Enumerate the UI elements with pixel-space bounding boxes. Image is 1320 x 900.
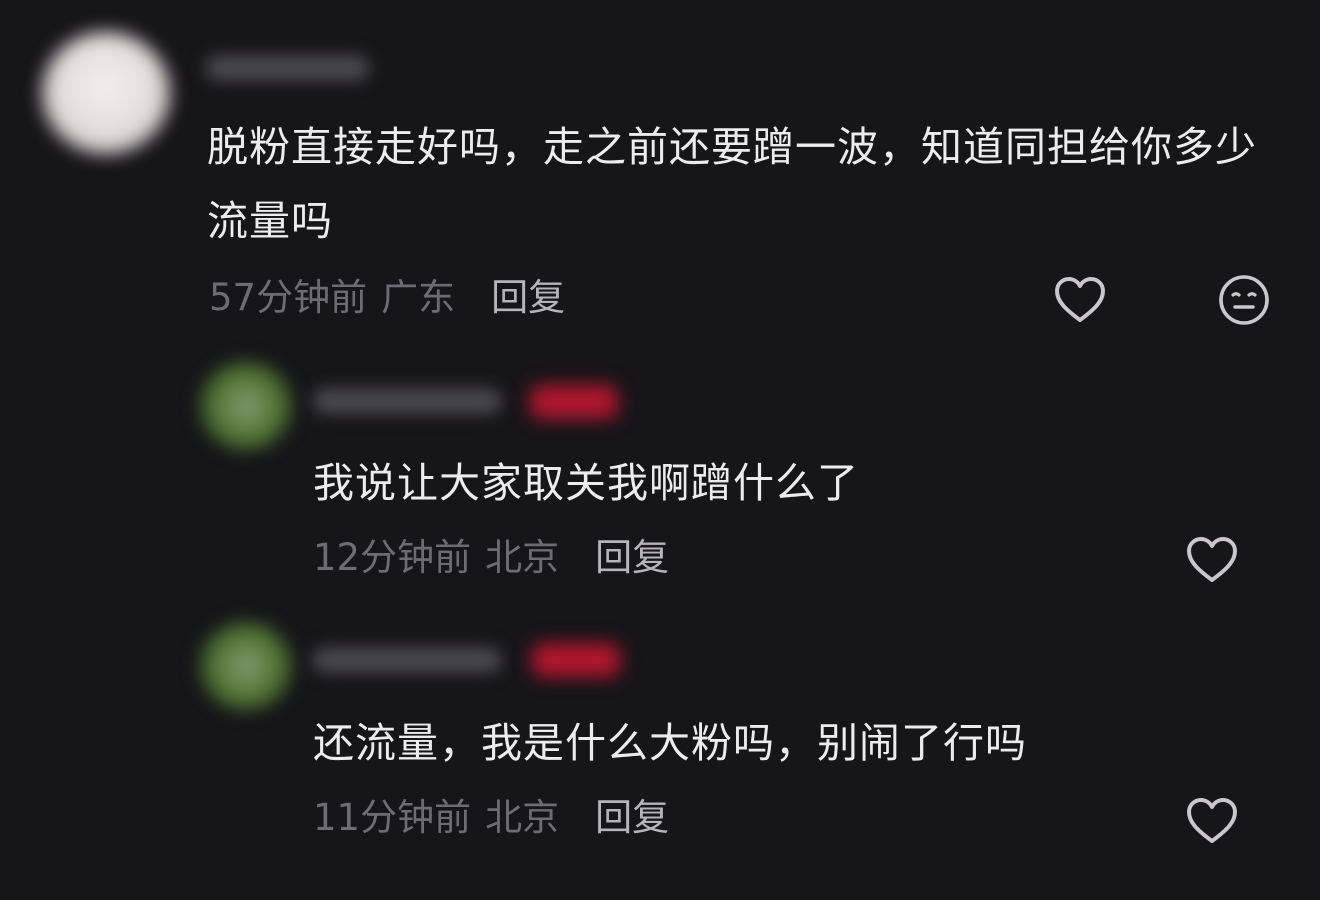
heart-outline-icon	[1187, 537, 1237, 582]
reply-time: 11分钟前	[313, 796, 472, 839]
heart-outline-icon	[1055, 277, 1105, 322]
reply-text: 还流量，我是什么大粉吗，别闹了行吗	[313, 719, 1027, 767]
reply-text: 我说让大家取关我啊蹭什么了	[313, 459, 859, 507]
username-redacted[interactable]	[312, 647, 502, 673]
author-badge	[530, 385, 618, 419]
comment-location: 广东	[381, 276, 456, 319]
reply-meta: 11分钟前 北京 回复	[313, 796, 669, 840]
reply-button[interactable]: 回复	[595, 796, 669, 840]
avatar[interactable]	[200, 622, 292, 710]
username-redacted[interactable]	[312, 388, 502, 414]
comment-text: 脱粉直接走好吗，走之前还要蹭一波，知道同担给你多少流量吗	[207, 123, 1257, 245]
avatar[interactable]	[42, 32, 170, 154]
avatar[interactable]	[200, 362, 292, 450]
emoji-face-icon	[1219, 275, 1269, 325]
reply-location: 北京	[485, 796, 560, 839]
comment-thread: 脱粉直接走好吗，走之前还要蹭一波，知道同担给你多少流量吗 57分钟前 广东 回复…	[0, 0, 1320, 900]
comment-time: 57分钟前	[209, 276, 368, 319]
like-button[interactable]	[1184, 793, 1240, 849]
reply-time: 12分钟前	[313, 536, 472, 579]
reply-button[interactable]: 回复	[595, 536, 669, 580]
author-badge	[532, 643, 620, 677]
like-button[interactable]	[1184, 532, 1240, 588]
like-button[interactable]	[1052, 272, 1108, 328]
reply-button[interactable]: 回复	[491, 276, 565, 320]
emoji-reaction-button[interactable]	[1216, 272, 1272, 328]
reply-location: 北京	[485, 536, 560, 579]
username-redacted[interactable]	[205, 55, 370, 81]
comment-meta: 57分钟前 广东 回复	[209, 276, 565, 320]
heart-outline-icon	[1187, 798, 1237, 843]
reply-meta: 12分钟前 北京 回复	[313, 536, 669, 580]
